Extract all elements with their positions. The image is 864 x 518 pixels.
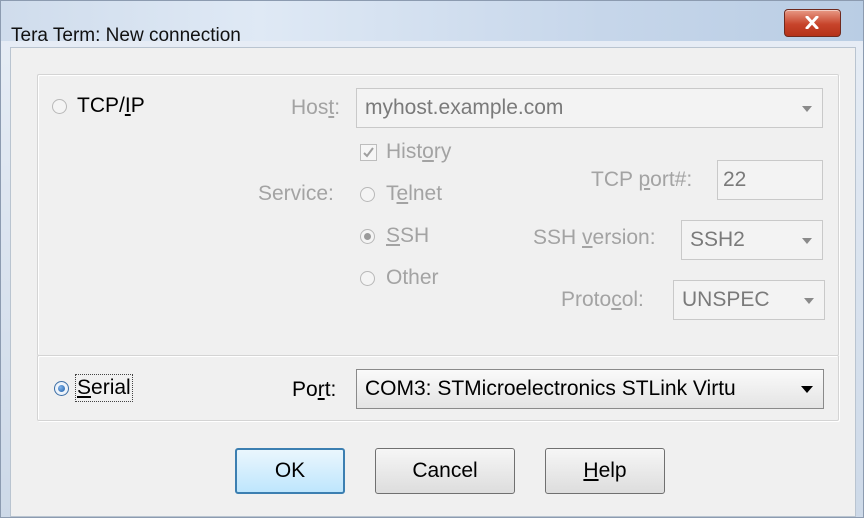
tcp-port-label: TCP port#: (591, 168, 693, 191)
ssh-version-select[interactable]: SSH2 (681, 220, 823, 260)
help-button[interactable]: Help (545, 448, 665, 494)
protocol-value: UNSPEC (682, 288, 770, 311)
host-combobox[interactable]: myhost.example.com (356, 88, 823, 128)
new-connection-dialog: Tera Term: New connection TCP/IP Host: m… (0, 0, 864, 518)
port-select[interactable]: COM3: STMicroelectronics STLink Virtu (356, 369, 824, 409)
other-radio[interactable] (360, 271, 375, 286)
close-icon (805, 16, 819, 29)
protocol-select[interactable]: UNSPEC (673, 280, 825, 320)
history-checkbox[interactable] (360, 144, 377, 161)
ok-button[interactable]: OK (235, 448, 345, 494)
service-label: Service: (258, 182, 334, 205)
chevron-down-icon (801, 386, 813, 393)
host-label: Host: (291, 96, 341, 119)
protocol-label: Protocol: (561, 288, 644, 311)
checkmark-icon (363, 147, 374, 158)
dialog-body: TCP/IP Host: myhost.example.com History … (10, 47, 856, 517)
close-button[interactable] (784, 9, 841, 37)
window-title: Tera Term: New connection (11, 25, 241, 46)
chevron-down-icon (802, 106, 812, 112)
other-label: Other (386, 266, 439, 289)
ssh-radio[interactable] (360, 229, 375, 244)
telnet-radio[interactable] (360, 187, 375, 202)
ssh-label: SSH (386, 224, 430, 247)
cancel-button[interactable]: Cancel (375, 448, 515, 494)
tcpip-radio[interactable] (52, 99, 67, 114)
host-value: myhost.example.com (365, 96, 564, 119)
tcp-port-input[interactable]: 22 (717, 160, 823, 200)
ssh-version-value: SSH2 (690, 228, 745, 251)
tcpip-radio-label[interactable]: TCP/IP (77, 94, 145, 118)
serial-radio[interactable] (54, 381, 69, 396)
chevron-down-icon (804, 298, 814, 304)
serial-radio-label[interactable]: Serial (75, 374, 133, 402)
ssh-version-label: SSH version: (533, 226, 656, 249)
port-label: Port: (292, 378, 337, 401)
port-value: COM3: STMicroelectronics STLink Virtu (365, 377, 736, 400)
telnet-label: Telnet (386, 182, 443, 205)
title-bar[interactable]: Tera Term: New connection (1, 1, 863, 46)
tcp-port-value: 22 (723, 168, 747, 191)
chevron-down-icon (802, 238, 812, 244)
history-label: History (386, 140, 452, 163)
